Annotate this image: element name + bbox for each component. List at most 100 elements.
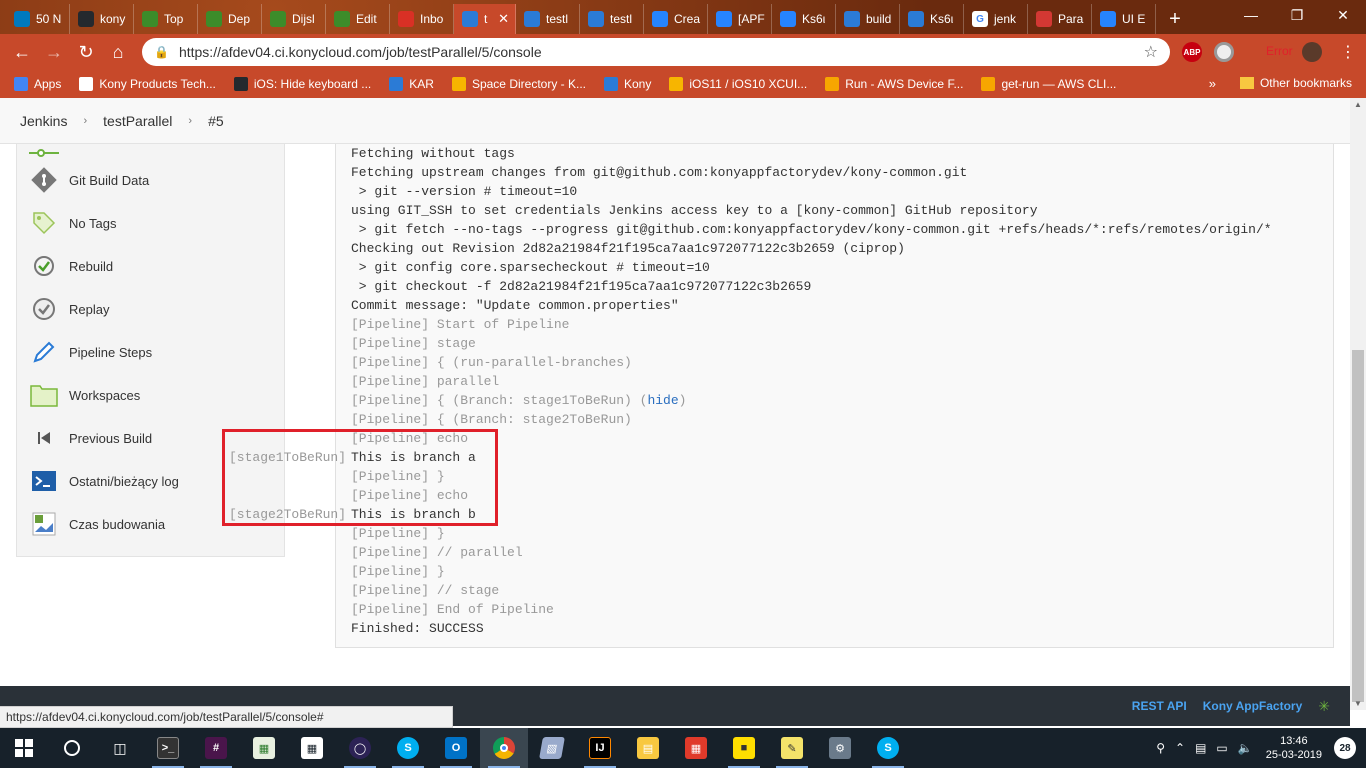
minimize-icon[interactable]: — [1228, 0, 1274, 30]
bookmark-star-icon[interactable]: ☆ [1144, 42, 1158, 62]
browser-tab[interactable]: Para [1028, 4, 1092, 34]
sidebar-item-pipeline-steps[interactable]: Pipeline Steps [29, 337, 152, 367]
network-icon[interactable]: ▤ [1195, 741, 1206, 755]
browser-tab[interactable]: 50 N [6, 4, 70, 34]
taskbar-eclipse[interactable]: ◯ [336, 728, 384, 768]
back-icon[interactable]: ← [6, 36, 38, 68]
volume-icon[interactable]: 🔈 [1238, 741, 1253, 755]
sidebar-item-ostatni-bie-cy-log[interactable]: Ostatni/bieżący log [29, 466, 179, 496]
kony-icon [462, 11, 478, 27]
profile-error-label[interactable]: Error [1266, 44, 1293, 58]
main-content: Git Build Data No Tags Rebuild Replay Pipeli… [0, 144, 1350, 686]
battery-icon[interactable]: ▭ [1216, 741, 1227, 755]
scroll-down-icon[interactable]: ▼ [1354, 699, 1362, 708]
taskbar-slack[interactable]: # [192, 728, 240, 768]
bookmark-item[interactable]: Run - AWS Device F... [825, 77, 963, 91]
taskbar-chrome[interactable] [480, 728, 528, 768]
browser-tab[interactable]: Crea [644, 4, 708, 34]
taskbar-toolbox[interactable]: ▦ [672, 728, 720, 768]
confluence-icon [1100, 11, 1116, 27]
taskbar-jenkins[interactable]: ⚙ [816, 728, 864, 768]
bookmark-item[interactable]: KAR [389, 77, 434, 91]
breadcrumb-job[interactable]: testParallel [103, 113, 172, 129]
extension-circle-icon[interactable] [1214, 42, 1234, 62]
brand-link[interactable]: Kony AppFactory [1203, 699, 1303, 713]
sidebar-item-label: Rebuild [69, 258, 114, 274]
taskbar-excel[interactable]: ▦ [240, 728, 288, 768]
browser-tab[interactable]: [APF [708, 4, 772, 34]
browser-tab[interactable]: Ks6ι [772, 4, 836, 34]
new-tab-button[interactable]: + [1160, 4, 1190, 34]
browser-tab[interactable]: Edit [326, 4, 390, 34]
sidebar-item-czas-budowania[interactable]: Czas budowania [29, 509, 165, 539]
console-line-text: Fetching without tags [351, 146, 515, 161]
bookmark-item[interactable]: Space Directory - K... [451, 77, 586, 91]
bookmark-item[interactable]: Apps [14, 77, 61, 91]
avatar[interactable] [1302, 42, 1322, 62]
bookmark-item[interactable]: iOS11 / iOS10 XCUI... [669, 77, 807, 91]
taskbar-cmd[interactable]: >_ [144, 728, 192, 768]
taskbar-notepad[interactable]: ✎ [768, 728, 816, 768]
taskbar-intellij[interactable]: IJ [576, 728, 624, 768]
bookmarks-more-button[interactable]: » [1209, 76, 1216, 91]
close-icon[interactable]: ✕ [1320, 0, 1366, 30]
taskbar-skype[interactable]: S [384, 728, 432, 768]
browser-tab[interactable]: testl [516, 4, 580, 34]
task-view-icon[interactable]: ◫ [96, 728, 144, 768]
rest-api-link[interactable]: REST API [1132, 699, 1187, 713]
browser-tab[interactable]: kony [70, 4, 134, 34]
bookmark-item[interactable]: get-run — AWS CLI... [981, 77, 1116, 91]
scroll-up-icon[interactable]: ▲ [1354, 100, 1362, 109]
sidebar-item-no-tags[interactable]: No Tags [29, 208, 116, 238]
adblock-icon[interactable]: ABP [1182, 42, 1202, 62]
menu-dots-icon[interactable]: ⋮ [1340, 42, 1356, 62]
browser-tab[interactable]: Dep [198, 4, 262, 34]
bookmark-item[interactable]: iOS: Hide keyboard ... [233, 77, 371, 91]
hide-branch-link[interactable]: hide [647, 393, 678, 408]
browser-tab[interactable]: testl [580, 4, 644, 34]
people-icon[interactable]: ⚲ [1156, 741, 1165, 755]
taskbar-sticky[interactable]: ■ [720, 728, 768, 768]
console-output: Fetching without tags Fetching upstream c… [335, 144, 1334, 648]
taskbar-skype2[interactable]: S [864, 728, 912, 768]
sidebar-item-workspaces[interactable]: Workspaces [29, 380, 140, 410]
browser-tab[interactable]: Dijsl [262, 4, 326, 34]
forward-icon[interactable]: → [38, 36, 70, 68]
browser-tab[interactable]: t ✕ [454, 4, 516, 34]
reload-icon[interactable]: ↻ [70, 36, 102, 68]
taskbar-explorer[interactable]: ▤ [624, 728, 672, 768]
chevron-up-icon[interactable]: ⌃ [1175, 741, 1185, 755]
bookmark-item[interactable]: Kony [604, 77, 651, 91]
browser-tab[interactable]: Ks6ι [900, 4, 964, 34]
notification-count[interactable]: 28 [1334, 737, 1356, 759]
taskbar-store[interactable]: ▦ [288, 728, 336, 768]
browser-tab[interactable]: Top [134, 4, 198, 34]
page-scrollbar[interactable]: ▲ ▼ [1350, 98, 1366, 710]
browser-tab[interactable]: Inbo [390, 4, 454, 34]
maximize-icon[interactable]: ❐ [1274, 0, 1320, 30]
bookmark-item[interactable]: Kony Products Tech... [79, 77, 216, 91]
browser-tab[interactable]: Gjenk [964, 4, 1028, 34]
sidebar-item-git-build-data[interactable]: Git Build Data [29, 165, 149, 195]
breadcrumb-jenkins[interactable]: Jenkins [20, 113, 67, 129]
bookmark-icon [451, 77, 466, 91]
sidebar-item-previous-build[interactable]: Previous Build [29, 423, 152, 453]
scroll-thumb[interactable] [1352, 350, 1364, 702]
sidebar-item-rebuild[interactable]: Rebuild [29, 251, 113, 281]
sidebar-item-replay[interactable]: Replay [29, 294, 109, 324]
other-bookmarks[interactable]: Other bookmarks [1239, 76, 1352, 90]
console-line: [Pipeline] // parallel [351, 543, 523, 562]
breadcrumb-build[interactable]: #5 [208, 113, 224, 129]
folder-icon [1239, 77, 1254, 89]
start-button[interactable] [0, 728, 48, 768]
jira-icon [780, 11, 796, 27]
taskbar-notes[interactable]: ▧ [528, 728, 576, 768]
clock[interactable]: 13:46 25-03-2019 [1266, 734, 1322, 762]
close-tab-icon[interactable]: ✕ [498, 11, 509, 27]
home-icon[interactable]: ⌂ [102, 36, 134, 68]
browser-tab[interactable]: build [836, 4, 900, 34]
browser-tab[interactable]: UI E [1092, 4, 1156, 34]
search-icon[interactable] [48, 728, 96, 768]
taskbar-outlook[interactable]: O [432, 728, 480, 768]
address-bar[interactable]: 🔒 https://afdev04.ci.konycloud.com/job/t… [142, 38, 1170, 66]
